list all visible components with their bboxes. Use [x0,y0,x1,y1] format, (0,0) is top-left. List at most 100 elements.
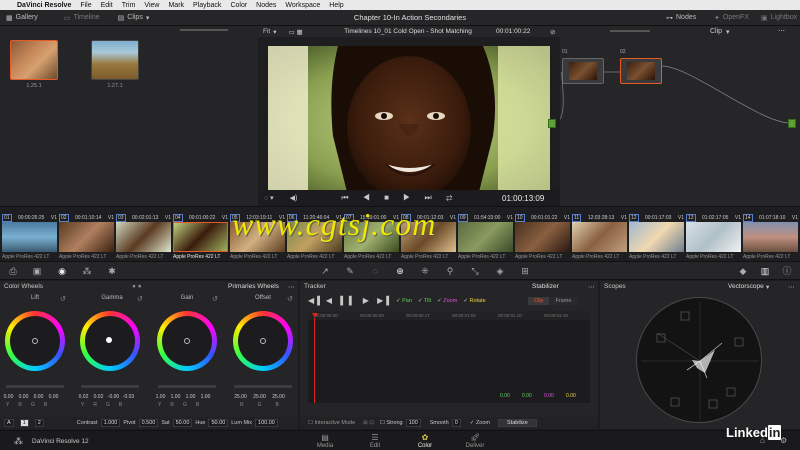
scopes-icon[interactable]: ▥ [760,266,770,276]
timeline-clip[interactable]: 10 00:01:01:22 V1 Apple ProRes 422 LT [515,213,570,260]
page-2-button[interactable]: 2 [34,419,44,427]
timeline-clip[interactable]: 03 00:02:01:13 V1 Apple ProRes 422 LT [116,213,171,260]
offset-wheel[interactable] [233,311,293,371]
offset-g-value[interactable]: 25.00 [270,394,287,400]
zoom-checkbox[interactable]: ✓ Zoom [437,298,457,304]
reset-icon[interactable]: ↺ [212,295,218,303]
tab-media[interactable]: ▤ Media [305,433,345,449]
page-a-button[interactable]: A [4,419,14,427]
offset-master-value[interactable]: 25.00 [232,394,249,400]
clip-toggle[interactable]: Clip [528,297,550,305]
timeline-clip[interactable]: 01 00:00:26:25 V1 Apple ProRes 422 LT [2,213,57,260]
track-controls[interactable]: ◀▌◀ ▌▌ ▶ ▶▌ [308,296,395,305]
info-icon[interactable]: ⓘ [782,266,792,276]
clips-button[interactable]: ▤ Clips ▾ [112,14,156,22]
menu-trim[interactable]: Trim [122,2,136,9]
gamma-wheel-handle[interactable] [106,337,112,343]
color-match-icon[interactable]: ▣ [32,266,42,276]
lift-g-value[interactable]: 0.00 [32,394,45,400]
more-options-icon[interactable]: ⋯ [788,283,795,291]
key-icon[interactable]: ⚲ [445,266,455,276]
rotate-checkbox[interactable]: ✓ Rotate [463,298,485,304]
qualifier-icon[interactable]: ✎ [345,266,355,276]
offset-wheel-handle[interactable] [260,338,266,344]
gamma-r-value[interactable]: 0.02 [92,394,105,400]
menu-nodes[interactable]: Nodes [256,2,276,9]
timeline-clip[interactable]: 13 01:02:17:05 V1 Apple ProRes 422 LT [686,213,741,260]
lift-r-value[interactable]: 0.00 [17,394,30,400]
gain-b-value[interactable]: 1.00 [199,394,212,400]
menu-color[interactable]: Color [230,2,247,9]
gamma-g-value[interactable]: -0.00 [107,394,120,400]
viewer-mode-icon[interactable]: ◌ ▾ [264,194,274,202]
window-icon[interactable]: ◌ [370,266,380,276]
reset-icon[interactable]: ↺ [137,295,143,303]
menu-view[interactable]: View [144,2,159,9]
color-wheels-icon[interactable]: ◉ [57,266,67,276]
frame-toggle[interactable]: Frame [549,297,578,305]
sat-field[interactable]: 50.00 [172,419,193,427]
tab-edit[interactable]: ☰ Edit [355,433,395,449]
lift-wheel[interactable] [5,311,65,371]
timeline-clip[interactable]: 02 00:01:10:14 V1 Apple ProRes 422 LT [59,213,114,260]
keyframes-icon[interactable]: ◆ [738,266,748,276]
reset-icon[interactable]: ↺ [60,295,66,303]
page-1-button[interactable]: 1 [19,419,29,427]
timeline-button[interactable]: ▭ Timeline [58,14,106,22]
node-output[interactable] [788,119,796,128]
offset-r-value[interactable]: 25.00 [251,394,268,400]
menu-file[interactable]: File [80,2,91,9]
gain-g-value[interactable]: 1.00 [184,394,197,400]
gallery-zoom-slider[interactable] [180,29,228,31]
lift-y-value[interactable]: 0.00 [2,394,15,400]
smooth-field[interactable]: 0 [451,419,461,427]
vectorscope-dropdown[interactable]: Vectorscope [728,283,764,290]
page-dots[interactable]: ● ● [132,283,142,290]
openfx-button[interactable]: ✦ OpenFX [708,14,755,22]
menu-playback[interactable]: Playback [193,2,221,9]
tracker-icon[interactable]: ⊕ [395,266,405,276]
viewer-options-icon[interactable]: ▭ ▦ [289,28,303,36]
tab-color[interactable]: ✿ Color [405,433,445,449]
lightbox-button[interactable]: ▣ Lightbox [755,14,800,22]
gain-r-value[interactable]: 1.00 [169,394,182,400]
gain-wheel-handle[interactable] [184,338,190,344]
gain-y-value[interactable]: 1.00 [154,394,167,400]
playback-controls[interactable]: ⏮ ◀ ■ ▶ ⏭ ⇄ [341,193,458,203]
offset-master-slider[interactable] [234,385,292,388]
gamma-master-slider[interactable] [81,385,139,388]
primaries-wheels-dropdown[interactable]: Primaries Wheels [228,283,279,290]
timeline-clip[interactable]: 11 12:03:28:13 V1 Apple ProRes 422 LT [572,213,627,260]
gallery-button[interactable]: ▦ Gallery [0,14,44,22]
gallery-still[interactable] [10,40,58,80]
gamma-wheel[interactable] [80,311,140,371]
fit-dropdown[interactable]: Fit [263,28,270,35]
pan-checkbox[interactable]: ✓ Pan [396,298,412,304]
gallery-still[interactable] [91,40,139,80]
lift-b-value[interactable]: 0.00 [47,394,60,400]
camera-raw-icon[interactable]: ⎙ [8,266,18,276]
menu-edit[interactable]: Edit [101,2,113,9]
pivot-field[interactable]: 0.500 [138,419,159,427]
tilt-checkbox[interactable]: ✓ Tilt [418,298,431,304]
curves-icon[interactable]: ↗ [320,266,330,276]
timeline-clip[interactable]: 04 00:01:00:22 V1 Apple ProRes 422 LT [173,213,228,260]
zoom-checkbox[interactable]: ✓ Zoom [470,420,490,426]
reset-icon[interactable]: ↺ [287,295,293,303]
motion-effects-icon[interactable]: ✱ [107,266,117,276]
menu-app-name[interactable]: DaVinci Resolve [17,2,71,9]
tracker-graph[interactable]: 00:00:00:00 00:00:00:09 00:00:00:17 00:0… [308,311,590,403]
menu-mark[interactable]: Mark [168,2,184,9]
nodes-button[interactable]: ⊶ Nodes [660,14,702,22]
gain-master-slider[interactable] [158,385,216,388]
rgb-mixer-icon[interactable]: ⁂ [82,266,92,276]
more-options-icon[interactable]: ⋯ [288,283,295,291]
interactive-icons[interactable]: ⊞ ⊡ [363,420,374,426]
tab-deliver[interactable]: 🚀︎ Deliver [455,433,495,449]
3d-icon[interactable]: ◈ [495,266,505,276]
gamma-y-value[interactable]: 0.02 [77,394,90,400]
stabilizer-dropdown[interactable]: Stabilizer [532,283,559,290]
viewer-frame[interactable] [268,46,550,198]
lift-wheel-handle[interactable] [32,338,38,344]
strong-field[interactable]: 100 [405,419,421,427]
